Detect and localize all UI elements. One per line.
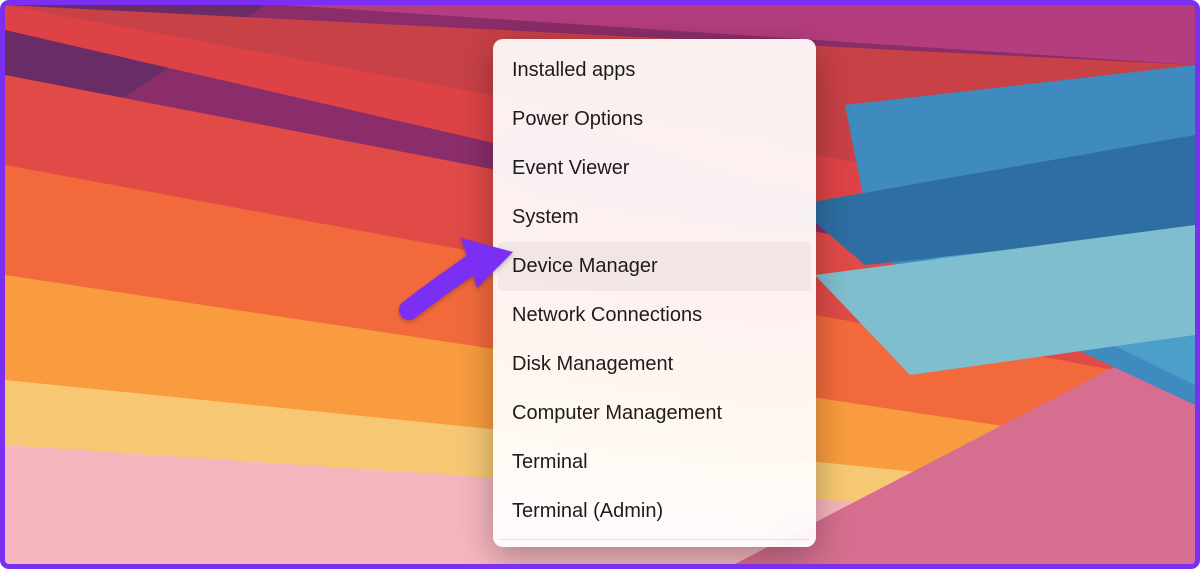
menu-item-terminal-admin[interactable]: Terminal (Admin) (498, 487, 811, 536)
menu-item-installed-apps[interactable]: Installed apps (498, 46, 811, 95)
winx-context-menu: Installed apps Power Options Event Viewe… (493, 39, 816, 547)
menu-item-event-viewer[interactable]: Event Viewer (498, 144, 811, 193)
menu-item-disk-management[interactable]: Disk Management (498, 340, 811, 389)
menu-item-device-manager[interactable]: Device Manager (498, 242, 811, 291)
menu-item-network-connections[interactable]: Network Connections (498, 291, 811, 340)
screenshot-frame: Installed apps Power Options Event Viewe… (0, 0, 1200, 569)
menu-item-power-options[interactable]: Power Options (498, 95, 811, 144)
menu-item-computer-management[interactable]: Computer Management (498, 389, 811, 438)
menu-item-system[interactable]: System (498, 193, 811, 242)
menu-item-terminal[interactable]: Terminal (498, 438, 811, 487)
menu-separator (500, 539, 809, 540)
